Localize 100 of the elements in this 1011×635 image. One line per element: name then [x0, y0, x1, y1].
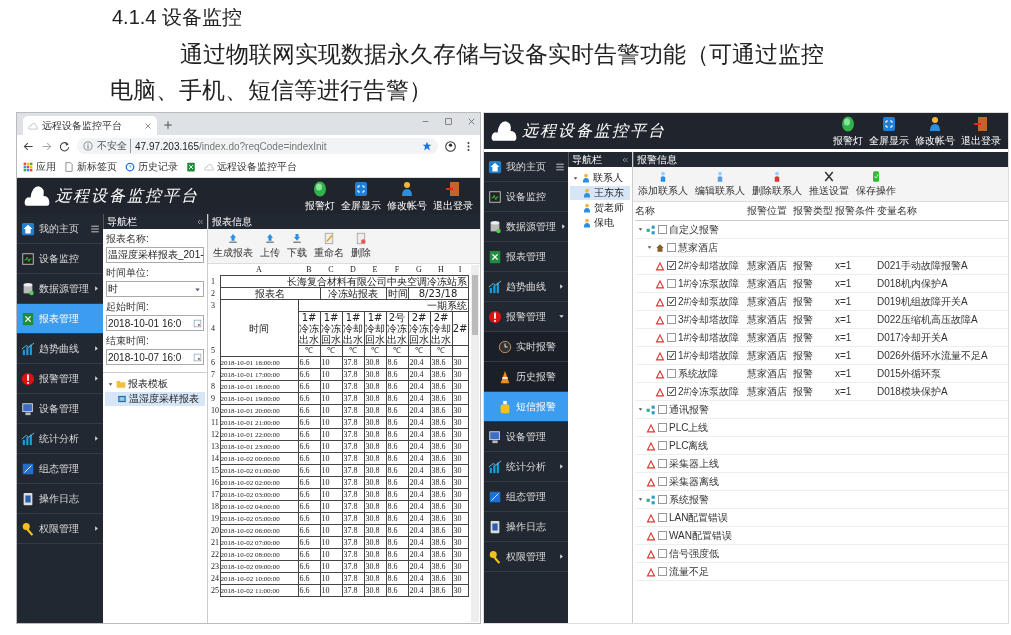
table-cell: 30.8: [364, 572, 386, 585]
checkbox[interactable]: [667, 279, 676, 288]
input-field[interactable]: 温湿度采样报表_201-: [106, 247, 204, 263]
tree-item[interactable]: 联系人: [570, 171, 630, 185]
reload-icon[interactable]: [59, 140, 70, 152]
header-button[interactable]: 修改帐号: [386, 179, 428, 213]
close-icon[interactable]: [144, 121, 152, 130]
expand-icon[interactable]: [637, 406, 644, 413]
input-field[interactable]: 2018-10-01 16:0: [106, 315, 204, 331]
checkbox[interactable]: [667, 243, 676, 252]
table-cell-text: 报警: [793, 348, 814, 363]
collapse-icon[interactable]: [621, 155, 629, 164]
toolbar-button[interactable]: 下载: [285, 231, 309, 261]
sidebar-item[interactable]: 历史报警: [484, 362, 568, 392]
menu-icon[interactable]: [90, 223, 100, 234]
calendar-icon[interactable]: [193, 318, 202, 328]
checkbox[interactable]: [658, 549, 667, 558]
browser-tab[interactable]: 远程设备监控平台: [23, 116, 157, 135]
expand-icon[interactable]: [637, 496, 644, 503]
expand-icon[interactable]: [637, 226, 644, 233]
scrollbar[interactable]: [470, 265, 479, 622]
table-cell: 6.6: [298, 524, 320, 537]
checkbox[interactable]: [658, 531, 667, 540]
header-button[interactable]: 报警灯: [304, 179, 336, 213]
table-cell: 1#冷却塔故障: [678, 348, 740, 363]
expand-icon[interactable]: [107, 380, 114, 388]
warning-icon: [655, 314, 665, 325]
bookmark[interactable]: 新标签页: [64, 160, 117, 174]
checkbox[interactable]: [667, 261, 676, 270]
collapse-icon[interactable]: [196, 217, 204, 226]
person-icon: [582, 218, 592, 228]
checkbox[interactable]: [667, 333, 676, 342]
sidebar-item[interactable]: 实时报警: [484, 332, 568, 362]
header-button[interactable]: 报警灯: [832, 114, 864, 148]
toolbar-button[interactable]: 上传: [258, 231, 282, 261]
fullscreen-icon: [353, 179, 369, 198]
table-cell: 2#冷冻泵故障: [678, 384, 740, 399]
tree-item[interactable]: 保电: [570, 216, 630, 230]
checkbox[interactable]: [667, 387, 676, 396]
calendar-icon[interactable]: [193, 352, 202, 362]
profile-icon[interactable]: [445, 140, 456, 152]
toolbar-button[interactable]: 重命名: [312, 231, 346, 261]
checkbox[interactable]: [658, 477, 667, 486]
expand-icon[interactable]: [646, 244, 653, 251]
address-bar[interactable]: 不安全 47.97.203.165/index.do?reqCode=indexInit: [77, 138, 438, 154]
close-icon[interactable]: [467, 117, 476, 126]
checkbox[interactable]: [658, 405, 667, 414]
forward-icon[interactable]: [41, 140, 52, 152]
plus-icon[interactable]: [163, 120, 173, 130]
star-icon[interactable]: [422, 141, 432, 151]
table-cell: 6.6: [298, 452, 320, 465]
row-number: 15: [210, 464, 220, 477]
toolbar-button[interactable]: 保存操作: [854, 169, 898, 199]
checkbox[interactable]: [667, 351, 676, 360]
input-field[interactable]: 2018-10-07 16:0: [106, 349, 204, 365]
bookmark[interactable]: 历史记录: [125, 160, 178, 174]
toolbar-button[interactable]: 编辑联系人: [693, 169, 747, 199]
back-icon[interactable]: [23, 140, 34, 152]
bookmark[interactable]: 远程设备监控平台: [204, 160, 297, 174]
toolbar-button[interactable]: 删除联系人: [750, 169, 804, 199]
checkbox[interactable]: [658, 567, 667, 576]
tree-item[interactable]: 温湿度采样报表: [105, 392, 205, 406]
checkbox[interactable]: [658, 225, 667, 234]
toolbar-button[interactable]: 删除: [349, 231, 373, 261]
header-button[interactable]: 修改帐号: [914, 114, 956, 148]
checkbox[interactable]: [658, 423, 667, 432]
house-icon: [488, 159, 502, 174]
table-cell: 38.6: [430, 440, 452, 453]
checkbox[interactable]: [658, 441, 667, 450]
toolbar-button[interactable]: 推送设置: [807, 169, 851, 199]
table-cell: 10: [320, 464, 342, 477]
checkbox[interactable]: [667, 369, 676, 378]
header-button[interactable]: 全屏显示: [868, 114, 910, 148]
table-cell: 30.8: [364, 476, 386, 489]
header-button[interactable]: 退出登录: [960, 114, 1002, 148]
bookmark[interactable]: [186, 162, 196, 172]
input-field[interactable]: 时: [106, 281, 204, 297]
tree-item[interactable]: 王东东: [570, 186, 630, 200]
header-button[interactable]: 全屏显示: [340, 179, 382, 213]
toolbar-button[interactable]: 生成报表: [211, 231, 255, 261]
tree-item[interactable]: 贺老师: [570, 201, 630, 215]
table-cell: 2#冷却泵故障: [678, 294, 740, 309]
table-cell: 37.8: [342, 572, 364, 585]
expand-icon[interactable]: [572, 174, 579, 182]
tree-item[interactable]: 报表模板: [105, 377, 205, 391]
table-cell: 20.4: [408, 464, 430, 477]
table-cell-text: D015外循环泵: [877, 366, 942, 381]
menu-icon[interactable]: [555, 161, 565, 172]
checkbox[interactable]: [667, 297, 676, 306]
maximize-icon[interactable]: [444, 117, 453, 126]
checkbox[interactable]: [658, 513, 667, 522]
toolbar-button[interactable]: 添加联系人: [636, 169, 690, 199]
table-cell: 38.6: [430, 464, 452, 477]
checkbox[interactable]: [667, 315, 676, 324]
table-cell: 8/23/18: [408, 287, 468, 300]
checkbox[interactable]: [658, 495, 667, 504]
bookmark[interactable]: 应用: [23, 160, 56, 174]
header-button[interactable]: 退出登录: [432, 179, 474, 213]
warning-icon: [655, 368, 665, 379]
checkbox[interactable]: [658, 459, 667, 468]
